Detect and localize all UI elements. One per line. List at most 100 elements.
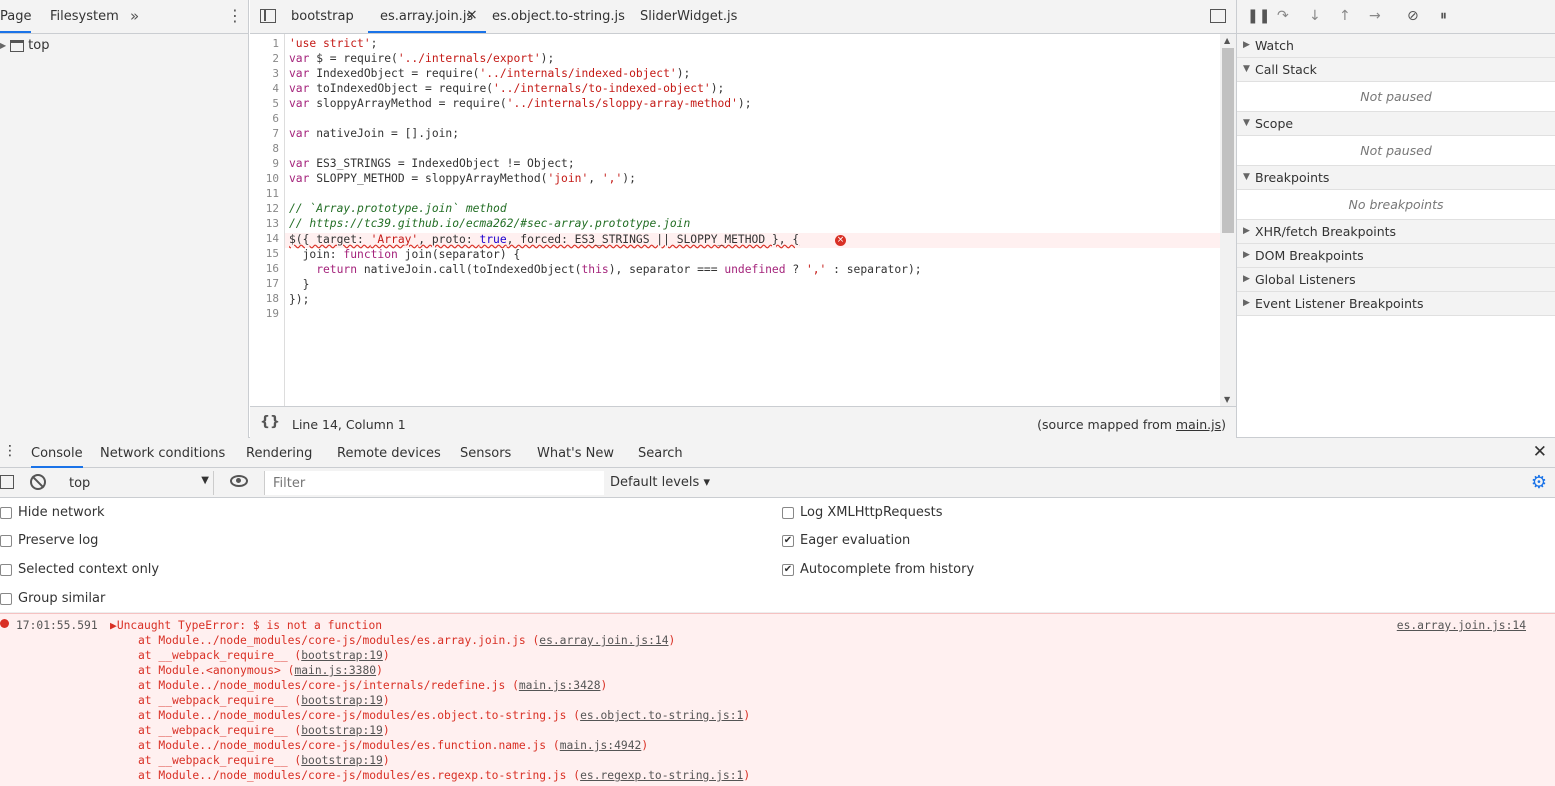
tab-filesystem[interactable]: Filesystem [50, 9, 119, 24]
toggle-navigator-icon[interactable] [260, 9, 276, 23]
section-scope[interactable]: ▼ Scope [1237, 112, 1555, 136]
scroll-up-icon[interactable]: ▲ [1224, 36, 1230, 45]
line-number[interactable]: 16 [266, 262, 279, 275]
checkbox[interactable] [0, 592, 12, 605]
pause-on-exceptions-icon[interactable]: ⏸ [1440, 8, 1447, 24]
checkbox[interactable] [0, 506, 12, 519]
option-preserve-log[interactable]: Preserve log [0, 533, 98, 548]
option-eager-evaluation[interactable]: ✔ Eager evaluation [782, 533, 910, 548]
line-number[interactable]: 9 [272, 157, 279, 170]
section-body-call-stack: Not paused [1237, 82, 1555, 112]
line-number[interactable]: 12 [266, 202, 279, 215]
tab-network-conditions[interactable]: Network conditions [100, 446, 225, 461]
stack-frame-link[interactable]: main.js:4942 [560, 739, 642, 752]
deactivate-breakpoints-icon[interactable]: ⊘ [1407, 8, 1419, 24]
expand-triangle-icon[interactable]: ▶ [0, 41, 6, 50]
scroll-thumb[interactable] [1222, 48, 1234, 233]
code-line: var ES3_STRINGS = IndexedObject != Objec… [289, 157, 575, 170]
error-text[interactable]: ▶Uncaught TypeError: $ is not a function [110, 619, 382, 632]
expand-triangle-icon[interactable]: ▶ [110, 619, 117, 632]
section-xhr-fetch-breakpoints[interactable]: ▶ XHR/fetch Breakpoints [1237, 220, 1555, 244]
kebab-menu-icon[interactable]: ⋮ [227, 6, 243, 25]
line-number[interactable]: 14 [266, 232, 279, 245]
stack-frame-link[interactable]: bootstrap:19 [301, 754, 383, 767]
step-over-icon[interactable]: ↷ [1277, 8, 1289, 24]
stack-frame-link[interactable]: bootstrap:19 [301, 724, 383, 737]
stack-frame-link[interactable]: es.object.to-string.js:1 [580, 709, 743, 722]
option-hide-network[interactable]: Hide network [0, 505, 105, 520]
checkbox[interactable] [0, 563, 12, 576]
console-sidebar-icon[interactable] [0, 475, 14, 489]
line-number[interactable]: 15 [266, 247, 279, 260]
option-group-similar[interactable]: Group similar [0, 591, 105, 606]
tab-whats-new[interactable]: What's New [537, 446, 614, 461]
section-breakpoints[interactable]: ▼ Breakpoints [1237, 166, 1555, 190]
tab-remote-devices[interactable]: Remote devices [337, 446, 441, 461]
live-expression-eye-icon[interactable] [230, 475, 248, 487]
clear-console-icon[interactable] [30, 474, 46, 490]
stack-frame-link[interactable]: es.regexp.to-string.js:1 [580, 769, 743, 782]
tab-sensors[interactable]: Sensors [460, 446, 511, 461]
source-mapped-link[interactable]: main.js [1176, 417, 1221, 432]
section-call-stack[interactable]: ▼ Call Stack [1237, 58, 1555, 82]
stack-frame-link[interactable]: bootstrap:19 [301, 649, 383, 662]
tab-es-array-join[interactable]: es.array.join.js [380, 9, 473, 24]
drawer-menu-icon[interactable]: ⋮ [3, 443, 17, 459]
tab-es-object-to-string[interactable]: es.object.to-string.js [492, 9, 625, 24]
section-watch[interactable]: ▶ Watch [1237, 34, 1555, 58]
editor-scrollbar[interactable]: ▲ ▼ [1220, 34, 1236, 406]
option-selected-context-only[interactable]: Selected context only [0, 562, 159, 577]
line-number[interactable]: 4 [272, 82, 279, 95]
filter-input[interactable] [264, 471, 604, 495]
option-log-xmlhttprequests[interactable]: Log XMLHttpRequests [782, 505, 943, 520]
tab-rendering[interactable]: Rendering [246, 446, 312, 461]
line-number[interactable]: 6 [272, 112, 279, 125]
line-number[interactable]: 10 [266, 172, 279, 185]
checkbox-checked[interactable]: ✔ [782, 534, 794, 547]
section-event-listener-breakpoints[interactable]: ▶ Event Listener Breakpoints [1237, 292, 1555, 316]
option-autocomplete-history[interactable]: ✔ Autocomplete from history [782, 562, 974, 577]
line-number[interactable]: 17 [266, 277, 279, 290]
toggle-debugger-icon[interactable] [1210, 9, 1226, 23]
pause-icon[interactable]: ❚❚ [1247, 8, 1270, 24]
tab-console[interactable]: Console [31, 446, 83, 468]
section-global-listeners[interactable]: ▶ Global Listeners [1237, 268, 1555, 292]
line-number[interactable]: 1 [272, 37, 279, 50]
line-number[interactable]: 8 [272, 142, 279, 155]
line-number[interactable]: 18 [266, 292, 279, 305]
checkbox[interactable] [0, 534, 12, 547]
tab-sliderwidget[interactable]: SliderWidget.js [640, 9, 737, 24]
line-number[interactable]: 13 [266, 217, 279, 230]
gear-icon[interactable]: ⚙ [1531, 472, 1547, 493]
line-number[interactable]: 11 [266, 187, 279, 200]
code-area[interactable]: 1 2 3 4 5 6 7 8 9 10 11 12 13 14 15 16 17 18 19 'use stric… [250, 34, 1220, 406]
line-number[interactable]: 19 [266, 307, 279, 320]
step-icon[interactable]: → [1369, 8, 1381, 24]
checkbox-checked[interactable]: ✔ [782, 563, 794, 576]
error-icon[interactable]: × [835, 235, 846, 246]
stack-frame-link[interactable]: main.js:3428 [519, 679, 601, 692]
close-tab-icon[interactable]: × [466, 7, 478, 23]
scroll-down-icon[interactable]: ▼ [1224, 395, 1230, 404]
step-out-icon[interactable]: ↑ [1339, 8, 1351, 24]
log-levels-dropdown[interactable]: Default levels ▾ [610, 475, 710, 490]
line-number[interactable]: 3 [272, 67, 279, 80]
checkbox[interactable] [782, 506, 794, 519]
tab-bootstrap[interactable]: bootstrap [291, 9, 354, 24]
stack-frame-link[interactable]: es.array.join.js:14 [539, 634, 668, 647]
line-number[interactable]: 2 [272, 52, 279, 65]
stack-frame-link[interactable]: bootstrap:19 [301, 694, 383, 707]
line-number[interactable]: 5 [272, 97, 279, 110]
pretty-print-icon[interactable]: {} [260, 414, 280, 430]
tab-search[interactable]: Search [638, 446, 683, 461]
section-dom-breakpoints[interactable]: ▶ DOM Breakpoints [1237, 244, 1555, 268]
more-tabs-icon[interactable]: » [130, 7, 139, 25]
line-number[interactable]: 7 [272, 127, 279, 140]
stack-frame-link[interactable]: main.js:3380 [294, 664, 376, 677]
tab-page[interactable]: Page [0, 9, 32, 33]
tree-item-top[interactable]: ▶ top [0, 38, 49, 53]
context-selector[interactable]: top ▼ [62, 471, 214, 495]
close-icon[interactable]: ✕ [1533, 442, 1547, 462]
step-into-icon[interactable]: ↓ [1309, 8, 1321, 24]
error-source-link[interactable]: es.array.join.js:14 [1397, 619, 1526, 632]
